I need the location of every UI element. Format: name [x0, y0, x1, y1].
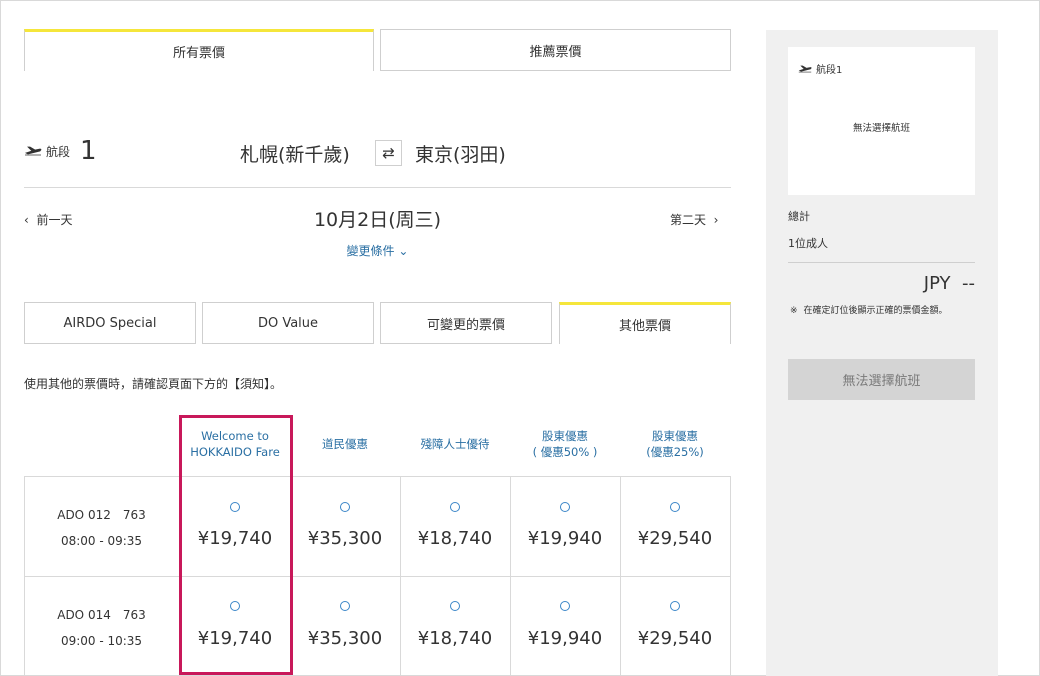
column-header-line2: (優惠25%): [646, 445, 704, 459]
notice-text: 使用其他的票價時，請確認頁面下方的【須知】。: [24, 377, 283, 391]
prev-day-link[interactable]: ‹ 前一天: [24, 211, 72, 228]
chevron-left-icon: ‹: [24, 213, 29, 227]
airplane-icon: [24, 146, 42, 156]
fare-price: ¥18,740: [417, 628, 493, 649]
origin-airport: 札幌(新千歲): [240, 144, 350, 166]
table-border: [24, 576, 731, 577]
flight-time: 09:00 - 10:35: [60, 634, 143, 648]
segment-number: 1: [80, 136, 97, 166]
note-text: 在確定訂位後顯示正確的票價金額。: [803, 306, 948, 316]
note-mark: ※: [790, 306, 798, 316]
column-header-line2: ( 優惠50% ): [532, 445, 598, 459]
passenger-count: 1位成人: [788, 237, 828, 250]
fare-price: ¥35,300: [307, 528, 383, 549]
fare-price: ¥19,940: [527, 528, 603, 549]
swap-route-button[interactable]: ⇄: [375, 140, 402, 166]
column-header-disability: 殘障人士優待: [400, 436, 510, 452]
booking-summary-sidebar: 航段1 無法選擇航班 總計 1位成人 JPY -- ※ 在確定訂位後顯示正確的票…: [766, 30, 998, 676]
tab-airdo-special-label: AIRDO Special: [63, 315, 157, 331]
segment-header: 航段 1: [24, 136, 97, 166]
tab-do-value[interactable]: DO Value: [202, 302, 374, 344]
destination-airport: 東京(羽田): [415, 144, 506, 166]
currency-code: JPY: [923, 273, 951, 294]
fare-radio[interactable]: [340, 502, 350, 512]
price-note: ※ 在確定訂位後顯示正確的票價金額。: [790, 305, 980, 318]
fare-price: ¥35,300: [307, 628, 383, 649]
segment-label: 航段: [46, 144, 71, 159]
chevron-right-icon: ›: [713, 213, 719, 227]
chevron-down-icon: ⌄: [398, 244, 409, 258]
tab-other-fares[interactable]: 其他票價: [559, 302, 731, 344]
selected-date: 10月2日(周三): [313, 209, 442, 231]
next-day-label: 第二天: [670, 213, 707, 227]
fare-radio[interactable]: [450, 601, 460, 611]
prev-day-label: 前一天: [36, 213, 73, 227]
column-header-line1: 股東優惠: [542, 429, 588, 443]
fare-radio[interactable]: [670, 502, 680, 512]
fare-radio[interactable]: [450, 502, 460, 512]
divider: [24, 187, 731, 188]
next-day-link[interactable]: 第二天 ›: [670, 211, 718, 228]
tab-recommended-fares[interactable]: 推薦票價: [380, 29, 731, 71]
segment-summary-header: 航段1: [798, 61, 842, 76]
table-border: [730, 476, 731, 676]
fare-radio[interactable]: [670, 601, 680, 611]
tab-all-fares[interactable]: 所有票價: [24, 29, 374, 71]
airplane-icon: [798, 65, 812, 72]
column-header-resident: 道民優惠: [290, 436, 400, 452]
fare-radio[interactable]: [340, 601, 350, 611]
fare-radio[interactable]: [560, 502, 570, 512]
total-amount: JPY --: [788, 273, 975, 294]
change-conditions-link[interactable]: 變更條件 ⌄: [320, 242, 435, 259]
tab-recommended-fares-label: 推薦票價: [529, 44, 582, 60]
select-flight-button-label: 無法選擇航班: [842, 374, 921, 389]
highlight-box: [179, 415, 293, 675]
column-header-shareholder-25: 股東優惠 (優惠25%): [620, 428, 730, 460]
tab-all-fares-label: 所有票價: [172, 46, 225, 61]
table-border: [24, 476, 731, 477]
segment-summary-card: 航段1 無法選擇航班: [788, 47, 975, 195]
column-header-shareholder-50: 股東優惠 ( 優惠50% ): [510, 428, 620, 460]
change-conditions-label: 變更條件: [346, 244, 395, 258]
fare-radio[interactable]: [560, 601, 570, 611]
tab-do-value-label: DO Value: [257, 315, 319, 331]
fare-price: ¥29,540: [637, 628, 713, 649]
no-flight-selected-text: 無法選擇航班: [852, 123, 910, 134]
flight-time: 08:00 - 09:35: [60, 534, 143, 548]
fare-price: ¥19,940: [527, 628, 603, 649]
column-header-line1: 道民優惠: [322, 437, 368, 451]
tab-changeable-fare[interactable]: 可變更的票價: [380, 302, 552, 344]
fare-price: ¥29,540: [637, 528, 713, 549]
swap-icon: ⇄: [382, 144, 395, 162]
tab-airdo-special[interactable]: AIRDO Special: [24, 302, 196, 344]
flight-number: ADO 012 763: [57, 508, 146, 522]
flight-number: ADO 014 763: [57, 608, 146, 622]
select-flight-button[interactable]: 無法選擇航班: [788, 359, 975, 400]
segment-summary-label: 航段1: [816, 65, 843, 76]
tab-changeable-fare-label: 可變更的票價: [426, 317, 505, 333]
column-header-line1: 殘障人士優待: [420, 437, 490, 451]
amount-value: --: [962, 273, 975, 294]
tab-other-fares-label: 其他票價: [618, 319, 671, 334]
fare-price: ¥18,740: [417, 528, 493, 549]
divider: [788, 262, 975, 263]
total-label: 總計: [788, 210, 810, 223]
column-header-line1: 股東優惠: [652, 429, 698, 443]
